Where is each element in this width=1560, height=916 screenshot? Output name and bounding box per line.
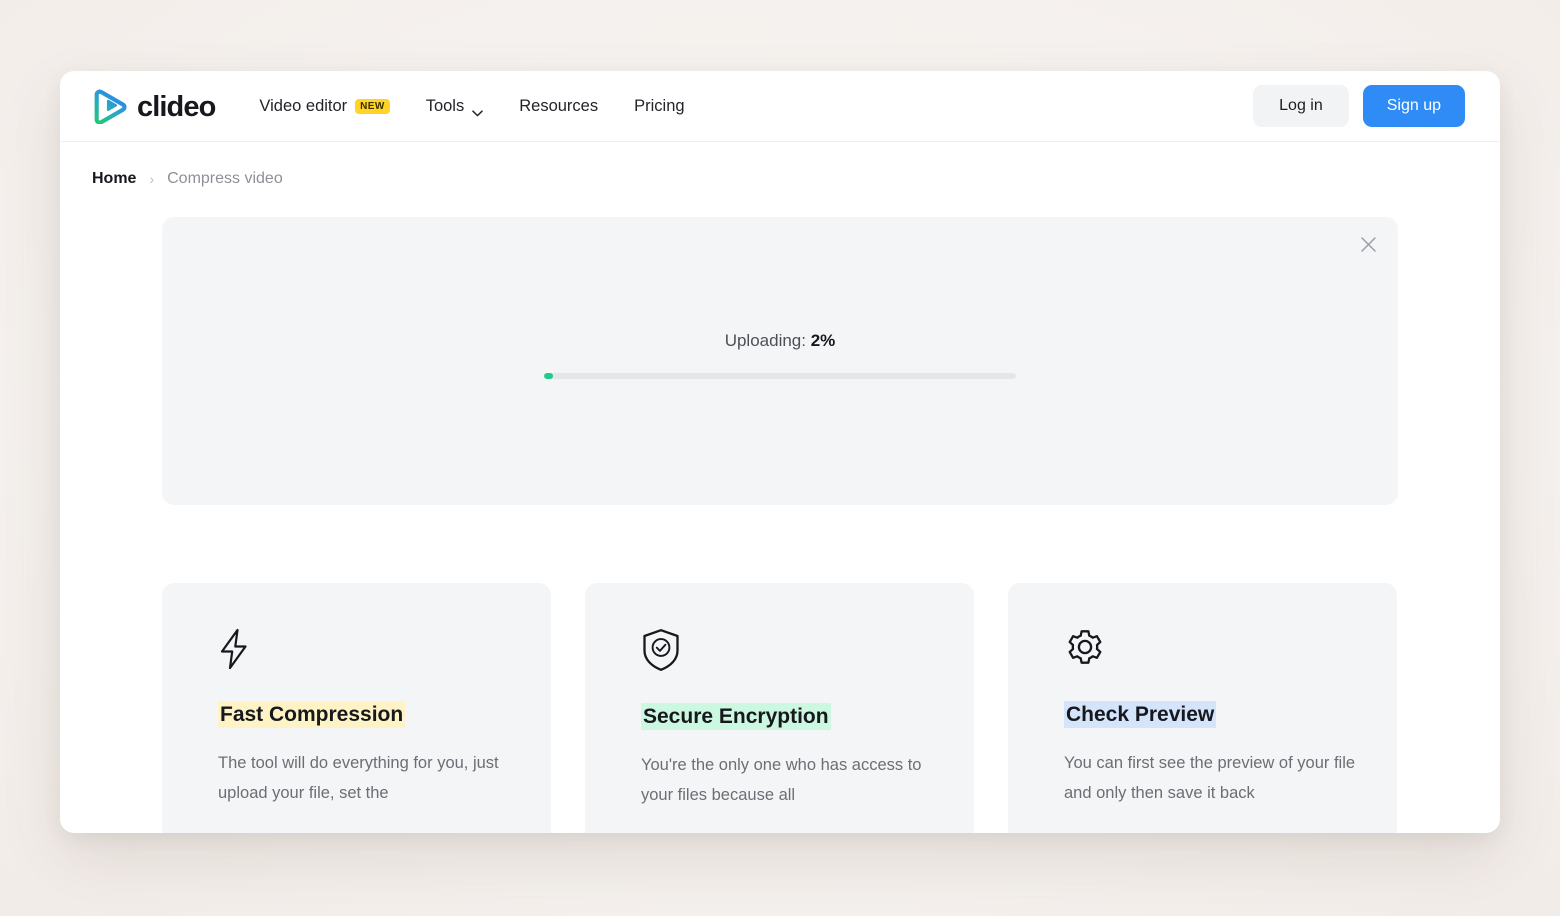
gear-icon (1064, 628, 1363, 670)
upload-status-text: Uploading: 2% (544, 331, 1016, 351)
upload-percent-value: 2% (811, 331, 836, 350)
browser-window: clideo Video editor NEW Tools Resources … (60, 71, 1500, 833)
feature-card-title: Fast Compression (218, 701, 405, 728)
sign-up-button[interactable]: Sign up (1363, 85, 1465, 127)
upload-progress-panel: Uploading: 2% (162, 217, 1398, 505)
nav-item-video-editor[interactable]: Video editor NEW (259, 89, 407, 124)
feature-card-check-preview: Check Preview You can first see the prev… (1008, 583, 1397, 833)
main-navigation: Video editor NEW Tools Resources Pricing (259, 89, 1253, 124)
progress-bar-fill (544, 373, 553, 379)
logo-wordmark: clideo (137, 93, 215, 122)
feature-card-text: You can first see the preview of your fi… (1064, 748, 1356, 808)
nav-item-label: Tools (426, 97, 465, 116)
breadcrumb-home-link[interactable]: Home (92, 170, 136, 188)
play-triangle-logo-icon (92, 88, 128, 124)
feature-card-title: Secure Encryption (641, 703, 831, 730)
log-in-button[interactable]: Log in (1253, 85, 1349, 127)
feature-card-text: You're the only one who has access to yo… (641, 750, 933, 810)
nav-item-resources[interactable]: Resources (501, 89, 616, 124)
nav-item-label: Pricing (634, 97, 684, 116)
nav-item-tools[interactable]: Tools (408, 89, 502, 124)
feature-title-row: Fast Compression (218, 703, 517, 726)
nav-item-pricing[interactable]: Pricing (616, 89, 702, 124)
nav-item-label: Resources (519, 97, 598, 116)
feature-card-text: The tool will do everything for you, jus… (218, 748, 510, 808)
feature-title-row: Secure Encryption (641, 705, 940, 728)
lightning-bolt-icon (218, 628, 517, 670)
site-header: clideo Video editor NEW Tools Resources … (60, 71, 1500, 142)
feature-cards: Fast Compression The tool will do everyt… (60, 583, 1500, 833)
close-icon (1360, 236, 1377, 258)
new-badge: NEW (355, 99, 390, 114)
breadcrumb-current-page: Compress video (167, 170, 283, 188)
shield-check-icon (641, 628, 940, 672)
close-upload-button[interactable] (1352, 231, 1384, 263)
upload-progress: Uploading: 2% (544, 331, 1016, 379)
nav-item-label: Video editor (259, 97, 347, 116)
feature-title-row: Check Preview (1064, 703, 1363, 726)
feature-card-fast-compression: Fast Compression The tool will do everyt… (162, 583, 551, 833)
feature-card-secure-encryption: Secure Encryption You're the only one wh… (585, 583, 974, 833)
chevron-right-icon: › (149, 171, 154, 187)
progress-bar-track (544, 373, 1016, 379)
header-actions: Log in Sign up (1253, 85, 1465, 127)
upload-status-prefix: Uploading: (725, 331, 806, 350)
clideo-logo[interactable]: clideo (92, 88, 215, 124)
breadcrumb: Home › Compress video (60, 142, 1500, 188)
feature-card-title: Check Preview (1064, 701, 1216, 728)
chevron-down-icon (472, 103, 483, 110)
